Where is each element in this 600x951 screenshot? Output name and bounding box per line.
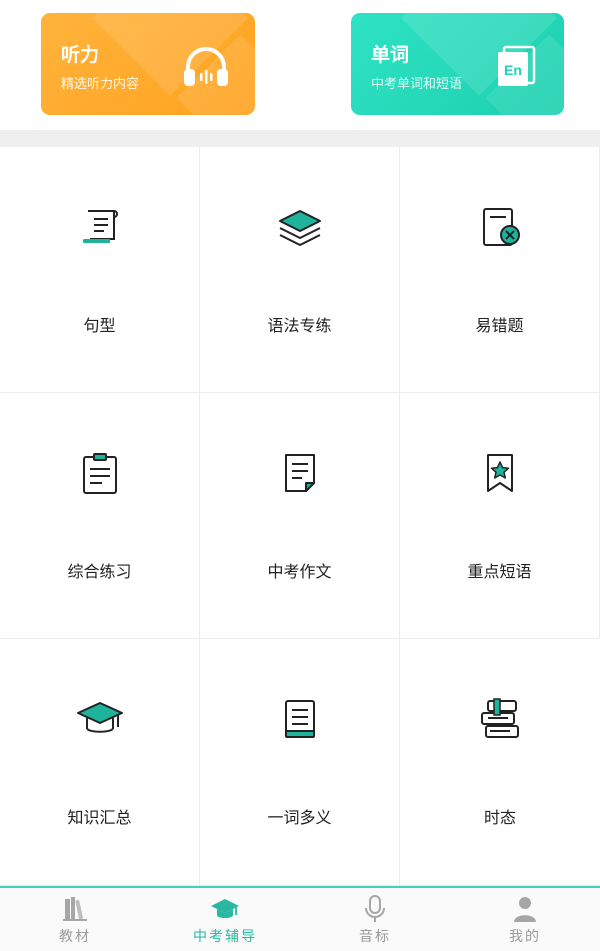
listening-card[interactable]: 听力 精选听力内容 xyxy=(41,13,255,115)
grid-item-label: 易错题 xyxy=(475,316,524,335)
layers-icon xyxy=(279,210,321,246)
en-book-icon: En xyxy=(498,45,536,86)
tab-profile[interactable]: 我的 xyxy=(450,888,600,951)
grid-item-label: 句型 xyxy=(83,316,116,335)
grid-item-label: 知识汇总 xyxy=(67,808,132,827)
grid-item-grammar[interactable]: 语法专练 xyxy=(200,147,400,393)
grid-item-comprehensive[interactable]: 综合练习 xyxy=(0,393,200,639)
grid-item-label: 一词多义 xyxy=(267,808,332,827)
grid-item-label: 综合练习 xyxy=(67,562,132,581)
grid-item-sentence-patterns[interactable]: 句型 xyxy=(0,147,200,393)
error-doc-icon xyxy=(483,208,520,246)
scroll-icon xyxy=(82,210,118,244)
tab-exam-tutoring[interactable]: 中考辅导 xyxy=(150,888,300,951)
bookshelf-icon xyxy=(63,897,87,921)
tab-label: 教材 xyxy=(59,929,91,945)
book-icon xyxy=(285,700,315,738)
person-icon xyxy=(514,897,536,922)
grid-item-label: 中考作文 xyxy=(267,562,332,581)
tab-label: 我的 xyxy=(509,929,541,945)
vocabulary-card[interactable]: 单词 中考单词和短语 En xyxy=(351,13,564,115)
bottom-tab-bar: 教材 中考辅导 音标 我的 xyxy=(0,886,600,951)
feature-grid: 句型 语法专练 易错题 综合练习 中考作文 重点短语 知识汇总 一词多义 时态 xyxy=(0,147,600,886)
feature-cards-area: 听力 精选听力内容 单词 中考单词和短语 En xyxy=(0,0,600,130)
grid-item-key-phrases[interactable]: 重点短语 xyxy=(400,393,600,639)
books-stack-icon xyxy=(481,698,519,738)
vocabulary-card-subtitle: 中考单词和短语 xyxy=(371,77,463,92)
headphones-icon xyxy=(184,47,228,86)
tab-label: 中考辅导 xyxy=(193,929,257,945)
tab-textbook[interactable]: 教材 xyxy=(0,888,150,951)
grid-item-label: 语法专练 xyxy=(267,316,332,335)
grid-item-polysemy[interactable]: 一词多义 xyxy=(200,639,400,886)
grid-item-knowledge-summary[interactable]: 知识汇总 xyxy=(0,639,200,886)
grid-item-tenses[interactable]: 时态 xyxy=(400,639,600,886)
document-icon xyxy=(285,454,315,492)
graduation-cap-icon xyxy=(211,899,239,918)
listening-card-subtitle: 精选听力内容 xyxy=(61,77,140,92)
en-book-label: En xyxy=(504,62,522,78)
microphone-icon xyxy=(365,895,385,922)
clipboard-icon xyxy=(83,453,117,494)
bookmark-star-icon xyxy=(487,454,513,492)
section-separator xyxy=(0,130,600,147)
grid-item-label: 重点短语 xyxy=(467,562,532,581)
grid-item-composition[interactable]: 中考作文 xyxy=(200,393,400,639)
grid-item-label: 时态 xyxy=(483,808,516,827)
tab-phonetics[interactable]: 音标 xyxy=(300,888,450,951)
tab-label: 音标 xyxy=(359,929,391,945)
graduation-cap-icon xyxy=(77,702,123,733)
vocabulary-card-title: 单词 xyxy=(371,44,410,66)
listening-card-title: 听力 xyxy=(61,44,100,66)
grid-item-error-prone[interactable]: 易错题 xyxy=(400,147,600,393)
